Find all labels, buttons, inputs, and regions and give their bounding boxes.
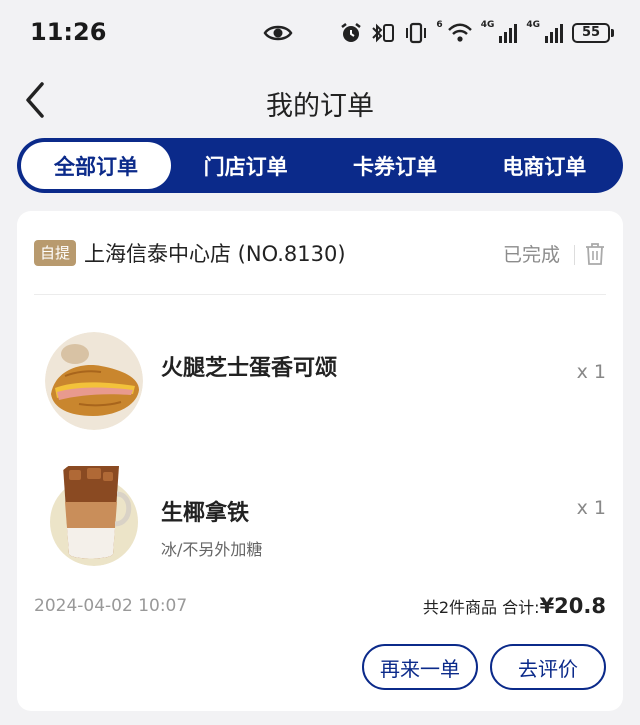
eye-icon [263, 25, 293, 41]
order-time: 2024-04-02 10:07 [34, 596, 188, 616]
network-label-1: 4G [480, 20, 495, 30]
item-quantity: x 1 [576, 497, 606, 519]
store-name: 上海信泰中心店 (NO.8130) [84, 242, 346, 266]
divider [34, 294, 606, 295]
store-row: 自提 上海信泰中心店 (NO.8130) 已完成 [34, 235, 606, 271]
status-icons: 6 4G 4G 55 [340, 20, 614, 46]
vibrate-icon [406, 22, 427, 44]
status-time: 11:26 [30, 18, 107, 46]
order-tabs: 全部订单 门店订单 卡券订单 电商订单 [17, 138, 623, 193]
item-quantity: x 1 [576, 361, 606, 383]
tab-voucher-orders[interactable]: 卡券订单 [320, 142, 469, 189]
order-summary: 共2件商品 合计:¥20.8 [423, 594, 606, 618]
order-card[interactable]: 自提 上海信泰中心店 (NO.8130) 已完成 火腿芝士蛋香可颂 x 1 生椰… [17, 211, 623, 711]
network-label-2: 4G [526, 20, 540, 30]
bluetooth-vibrate-icon [372, 23, 395, 43]
header: 我的订单 [0, 66, 640, 136]
signal-icon [545, 24, 563, 43]
reorder-button[interactable]: 再来一单 [362, 644, 478, 690]
item-count: 共2件商品 [422, 598, 498, 617]
alarm-icon [341, 23, 362, 42]
battery-icon: 55 [572, 23, 614, 43]
separator [574, 245, 575, 265]
item-name: 生椰拿铁 [161, 501, 250, 526]
review-button[interactable]: 去评价 [490, 644, 606, 690]
total-price: ¥20.8 [539, 594, 606, 618]
item-spec: 冰/不另外加糖 [161, 540, 263, 559]
coconut-latte-image [50, 466, 138, 566]
tab-store-orders[interactable]: 门店订单 [171, 142, 320, 189]
total-label: 合计: [502, 598, 540, 617]
pickup-badge: 自提 [34, 240, 77, 266]
croissant-image [45, 332, 143, 430]
status-bar: 11:26 6 4G 4G 55 [0, 0, 640, 66]
wifi-label: 6 [436, 20, 443, 30]
page-title: 我的订单 [266, 91, 374, 122]
signal-icon [499, 24, 518, 43]
order-status: 已完成 [502, 244, 560, 266]
trash-icon[interactable] [584, 242, 606, 266]
tab-all-orders[interactable]: 全部订单 [21, 142, 171, 189]
order-item: 火腿芝士蛋香可颂 x 1 [45, 332, 606, 432]
order-item: 生椰拿铁 冰/不另外加糖 x 1 [45, 455, 606, 566]
item-name: 火腿芝士蛋香可颂 [161, 356, 338, 381]
wifi-icon [447, 23, 472, 42]
tab-ecommerce-orders[interactable]: 电商订单 [470, 142, 619, 189]
